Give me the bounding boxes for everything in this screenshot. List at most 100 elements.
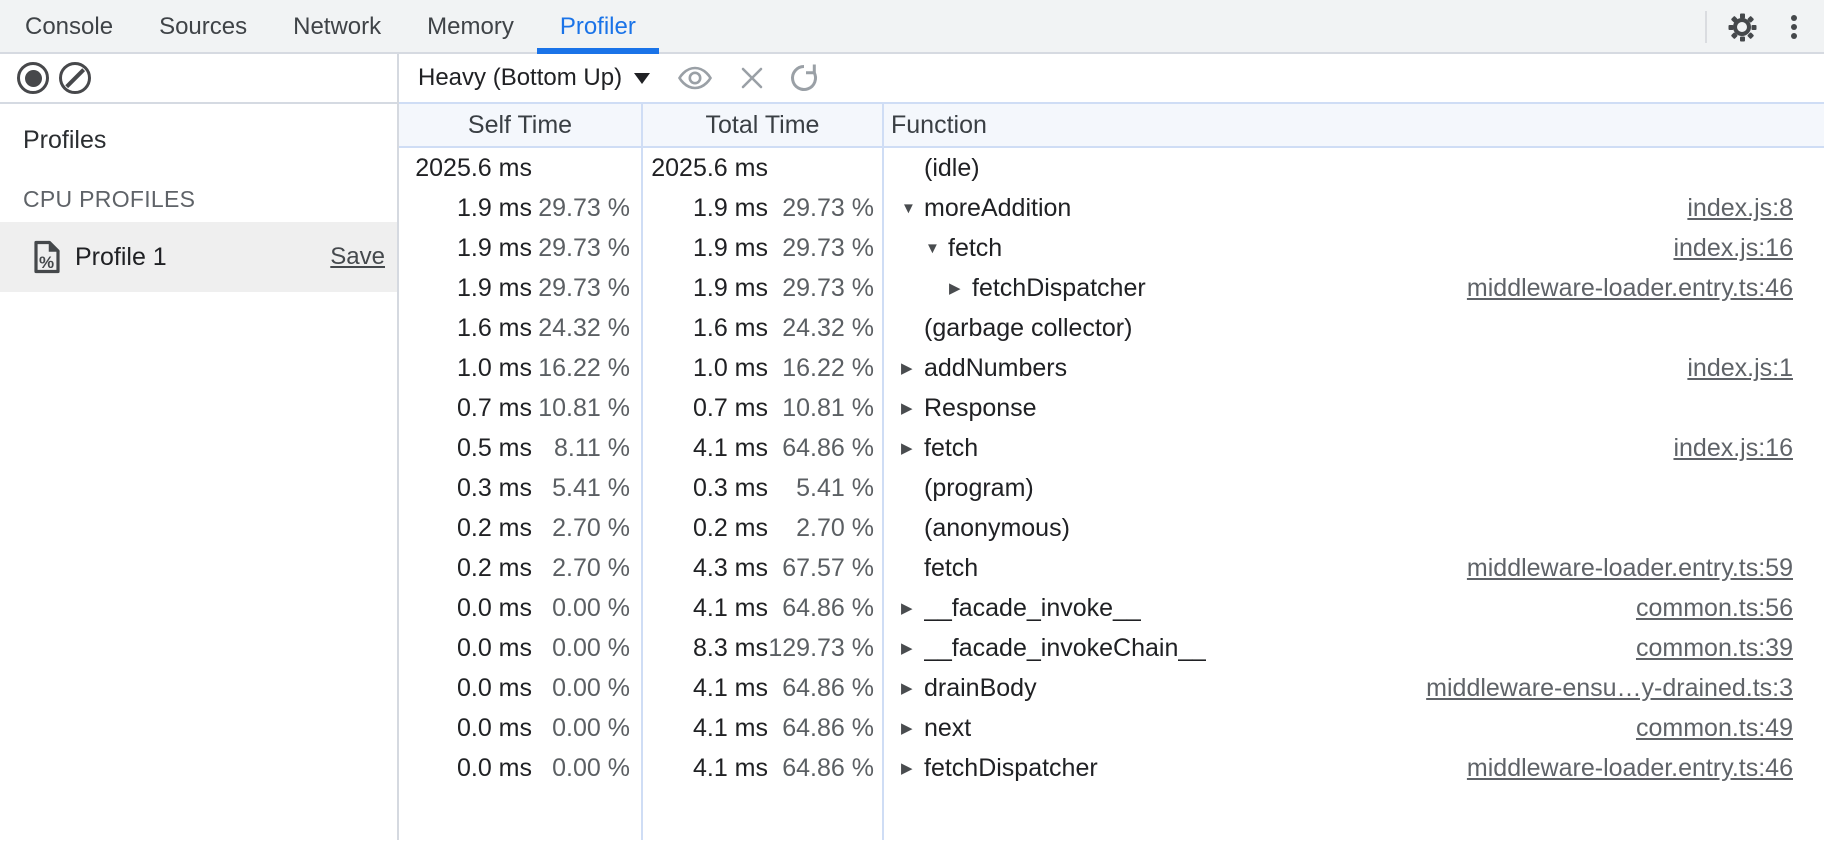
function-name: __facade_invoke__ <box>924 594 1141 623</box>
tree-expander-icon[interactable]: ▼ <box>925 240 948 257</box>
more-options-icon[interactable] <box>1791 15 1797 21</box>
function-cell: (garbage collector) <box>884 308 1824 348</box>
function-name: fetch <box>924 554 978 583</box>
table-row[interactable]: 0.5 ms 8.11 % 4.1 ms 64.86 % ▶ fetch ind… <box>399 428 1824 468</box>
function-cell: (program) <box>884 468 1824 508</box>
tab-bar-right-controls <box>1705 0 1824 54</box>
total-time-cell: 1.9 ms 29.73 % <box>643 228 884 268</box>
self-time-ms: 0.0 ms <box>399 594 532 623</box>
exclude-function-button[interactable] <box>738 64 766 92</box>
profiler-main-panel: Heavy (Bottom Up) <box>399 54 1824 840</box>
source-location-link[interactable]: middleware-ensu…y-drained.ts:3 <box>1406 674 1793 703</box>
tree-expander-icon[interactable]: ▶ <box>901 759 924 777</box>
tree-expander-icon[interactable]: ▶ <box>901 399 924 417</box>
table-row[interactable]: 0.2 ms 2.70 % 0.2 ms 2.70 % (anonymous) <box>399 508 1824 548</box>
self-time-percent: 2.70 % <box>532 554 641 583</box>
record-profile-button[interactable] <box>17 62 49 94</box>
restore-functions-button[interactable] <box>788 62 820 94</box>
tab-console[interactable]: Console <box>2 0 136 52</box>
tab-sources[interactable]: Sources <box>136 0 270 52</box>
self-time-percent: 0.00 % <box>532 634 641 663</box>
self-time-ms: 0.0 ms <box>399 634 532 663</box>
source-location-link[interactable]: common.ts:39 <box>1616 634 1793 663</box>
self-time-cell: 0.2 ms 2.70 % <box>399 548 643 588</box>
self-time-percent: 29.73 % <box>532 274 641 303</box>
total-time-percent: 29.73 % <box>768 274 882 303</box>
function-name: next <box>924 714 971 743</box>
column-header-total-time[interactable]: Total Time <box>643 104 884 146</box>
view-mode-dropdown[interactable]: Heavy (Bottom Up) <box>418 64 650 92</box>
table-row[interactable]: 0.0 ms 0.00 % 4.1 ms 64.86 % ▶ next comm… <box>399 708 1824 748</box>
table-row[interactable]: 1.9 ms 29.73 % 1.9 ms 29.73 % ▶ fetchDis… <box>399 268 1824 308</box>
tree-expander-icon[interactable]: ▶ <box>901 719 924 737</box>
tree-expander-icon[interactable]: ▶ <box>949 279 972 297</box>
focus-function-button[interactable] <box>676 65 714 91</box>
source-location-link[interactable]: middleware-loader.entry.ts:46 <box>1447 274 1793 303</box>
source-location-link[interactable]: common.ts:56 <box>1616 594 1793 623</box>
self-time-percent: 10.81 % <box>532 394 641 423</box>
table-row[interactable]: 0.0 ms 0.00 % 8.3 ms 129.73 % ▶ __facade… <box>399 628 1824 668</box>
self-time-cell: 1.9 ms 29.73 % <box>399 188 643 228</box>
self-time-ms: 0.2 ms <box>399 554 532 583</box>
total-time-cell: 1.9 ms 29.73 % <box>643 268 884 308</box>
function-cell: fetch middleware-loader.entry.ts:59 <box>884 548 1824 588</box>
table-row[interactable]: 0.0 ms 0.00 % 4.1 ms 64.86 % ▶ drainBody… <box>399 668 1824 708</box>
table-row[interactable]: 1.0 ms 16.22 % 1.0 ms 16.22 % ▶ addNumbe… <box>399 348 1824 388</box>
tab-memory[interactable]: Memory <box>404 0 537 52</box>
eye-icon <box>676 65 714 91</box>
function-name: (idle) <box>924 154 980 183</box>
total-time-ms: 4.1 ms <box>643 674 768 703</box>
source-location-link[interactable]: index.js:1 <box>1667 354 1793 383</box>
source-location-link[interactable]: index.js:16 <box>1653 434 1793 463</box>
settings-gear-icon[interactable] <box>1727 12 1757 42</box>
table-row[interactable]: 0.2 ms 2.70 % 4.3 ms 67.57 % fetch middl… <box>399 548 1824 588</box>
refresh-icon <box>788 62 820 94</box>
table-row[interactable]: 1.9 ms 29.73 % 1.9 ms 29.73 % ▼ fetch in… <box>399 228 1824 268</box>
column-header-self-time[interactable]: Self Time <box>399 104 643 146</box>
self-time-percent: 0.00 % <box>532 714 641 743</box>
function-name: drainBody <box>924 674 1037 703</box>
tab-profiler[interactable]: Profiler <box>537 0 659 52</box>
table-row[interactable]: 0.7 ms 10.81 % 0.7 ms 10.81 % ▶ Response <box>399 388 1824 428</box>
table-row[interactable]: 1.9 ms 29.73 % 1.9 ms 29.73 % ▼ moreAddi… <box>399 188 1824 228</box>
tree-expander-icon[interactable]: ▶ <box>901 439 924 457</box>
devtools-tab-bar: ConsoleSourcesNetworkMemoryProfiler <box>0 0 1824 54</box>
table-row[interactable]: 2025.6 ms 2025.6 ms (idle) <box>399 148 1824 188</box>
total-time-ms: 0.7 ms <box>643 394 768 423</box>
column-header-function[interactable]: Function <box>884 104 1824 146</box>
source-location-link[interactable]: index.js:8 <box>1667 194 1793 223</box>
total-time-cell: 0.3 ms 5.41 % <box>643 468 884 508</box>
source-location-link[interactable]: middleware-loader.entry.ts:46 <box>1447 754 1793 783</box>
profile-data-grid: Self Time Total Time Function 2025.6 ms … <box>399 102 1824 840</box>
table-row[interactable]: 0.0 ms 0.00 % 4.1 ms 64.86 % ▶ fetchDisp… <box>399 748 1824 788</box>
source-location-link[interactable]: middleware-loader.entry.ts:59 <box>1447 554 1793 583</box>
tree-expander-icon[interactable]: ▶ <box>901 639 924 657</box>
function-cell: (anonymous) <box>884 508 1824 548</box>
source-location-link[interactable]: index.js:16 <box>1653 234 1793 263</box>
total-time-cell: 1.6 ms 24.32 % <box>643 308 884 348</box>
total-time-cell: 4.1 ms 64.86 % <box>643 588 884 628</box>
self-time-percent: 29.73 % <box>532 194 641 223</box>
function-name: fetch <box>924 434 978 463</box>
tree-expander-icon[interactable]: ▶ <box>901 679 924 697</box>
total-time-percent: 64.86 % <box>768 594 882 623</box>
tree-expander-icon[interactable]: ▶ <box>901 599 924 617</box>
self-time-ms: 0.5 ms <box>399 434 532 463</box>
tree-expander-icon[interactable]: ▶ <box>901 359 924 377</box>
tab-network[interactable]: Network <box>270 0 404 52</box>
function-name: __facade_invokeChain__ <box>924 634 1206 663</box>
cpu-profiles-section-label: CPU PROFILES <box>0 156 397 214</box>
total-time-cell: 1.9 ms 29.73 % <box>643 188 884 228</box>
function-name: (garbage collector) <box>924 314 1132 343</box>
table-row[interactable]: 0.3 ms 5.41 % 0.3 ms 5.41 % (program) <box>399 468 1824 508</box>
source-location-link[interactable]: common.ts:49 <box>1616 714 1793 743</box>
self-time-cell: 1.0 ms 16.22 % <box>399 348 643 388</box>
table-row[interactable]: 1.6 ms 24.32 % 1.6 ms 24.32 % (garbage c… <box>399 308 1824 348</box>
save-profile-link[interactable]: Save <box>330 243 385 271</box>
tree-expander-icon[interactable]: ▼ <box>901 200 924 217</box>
total-time-ms: 1.0 ms <box>643 354 768 383</box>
self-time-ms: 0.7 ms <box>399 394 532 423</box>
clear-profiles-button[interactable] <box>59 62 91 94</box>
profile-list-item[interactable]: % Profile 1 Save <box>0 222 397 292</box>
table-row[interactable]: 0.0 ms 0.00 % 4.1 ms 64.86 % ▶ __facade_… <box>399 588 1824 628</box>
